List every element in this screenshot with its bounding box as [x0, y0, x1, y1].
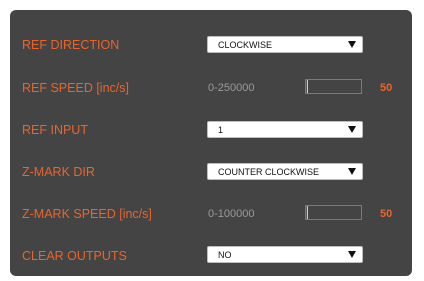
ref-input-label: REF INPUT: [22, 123, 88, 137]
chevron-down-icon: [348, 251, 356, 258]
z-mark-speed-value: 50: [380, 208, 393, 220]
clear-outputs-selected-value: NO: [218, 250, 232, 260]
chevron-down-icon: [348, 126, 356, 133]
ref-speed-range: 0-250000: [208, 82, 255, 94]
clear-outputs-dropdown[interactable]: NO: [207, 246, 363, 263]
ref-speed-value: 50: [380, 82, 393, 94]
ref-input-dropdown[interactable]: 1: [207, 121, 363, 138]
ref-direction-label: REF DIRECTION: [22, 38, 120, 52]
chevron-down-icon: [348, 41, 356, 48]
z-mark-dir-selected-value: COUNTER CLOCKWISE: [218, 167, 320, 177]
clear-outputs-label: CLEAR OUTPUTS: [22, 249, 127, 263]
z-mark-speed-label: Z-MARK SPEED [inc/s]: [22, 207, 152, 221]
z-mark-dir-label: Z-MARK DIR: [22, 165, 95, 179]
z-mark-speed-slider-handle[interactable]: [307, 206, 308, 219]
ref-direction-dropdown[interactable]: CLOCKWISE: [207, 36, 363, 53]
ref-input-selected-value: 1: [218, 125, 224, 135]
z-mark-speed-slider[interactable]: [305, 205, 362, 220]
ref-speed-label: REF SPEED [inc/s]: [22, 81, 129, 95]
ref-speed-slider[interactable]: [305, 79, 362, 94]
z-mark-speed-range: 0-100000: [208, 208, 255, 220]
ref-speed-slider-handle[interactable]: [307, 80, 308, 93]
chevron-down-icon: [348, 168, 356, 175]
ref-direction-selected-value: CLOCKWISE: [218, 40, 273, 50]
z-mark-dir-dropdown[interactable]: COUNTER CLOCKWISE: [207, 163, 363, 180]
